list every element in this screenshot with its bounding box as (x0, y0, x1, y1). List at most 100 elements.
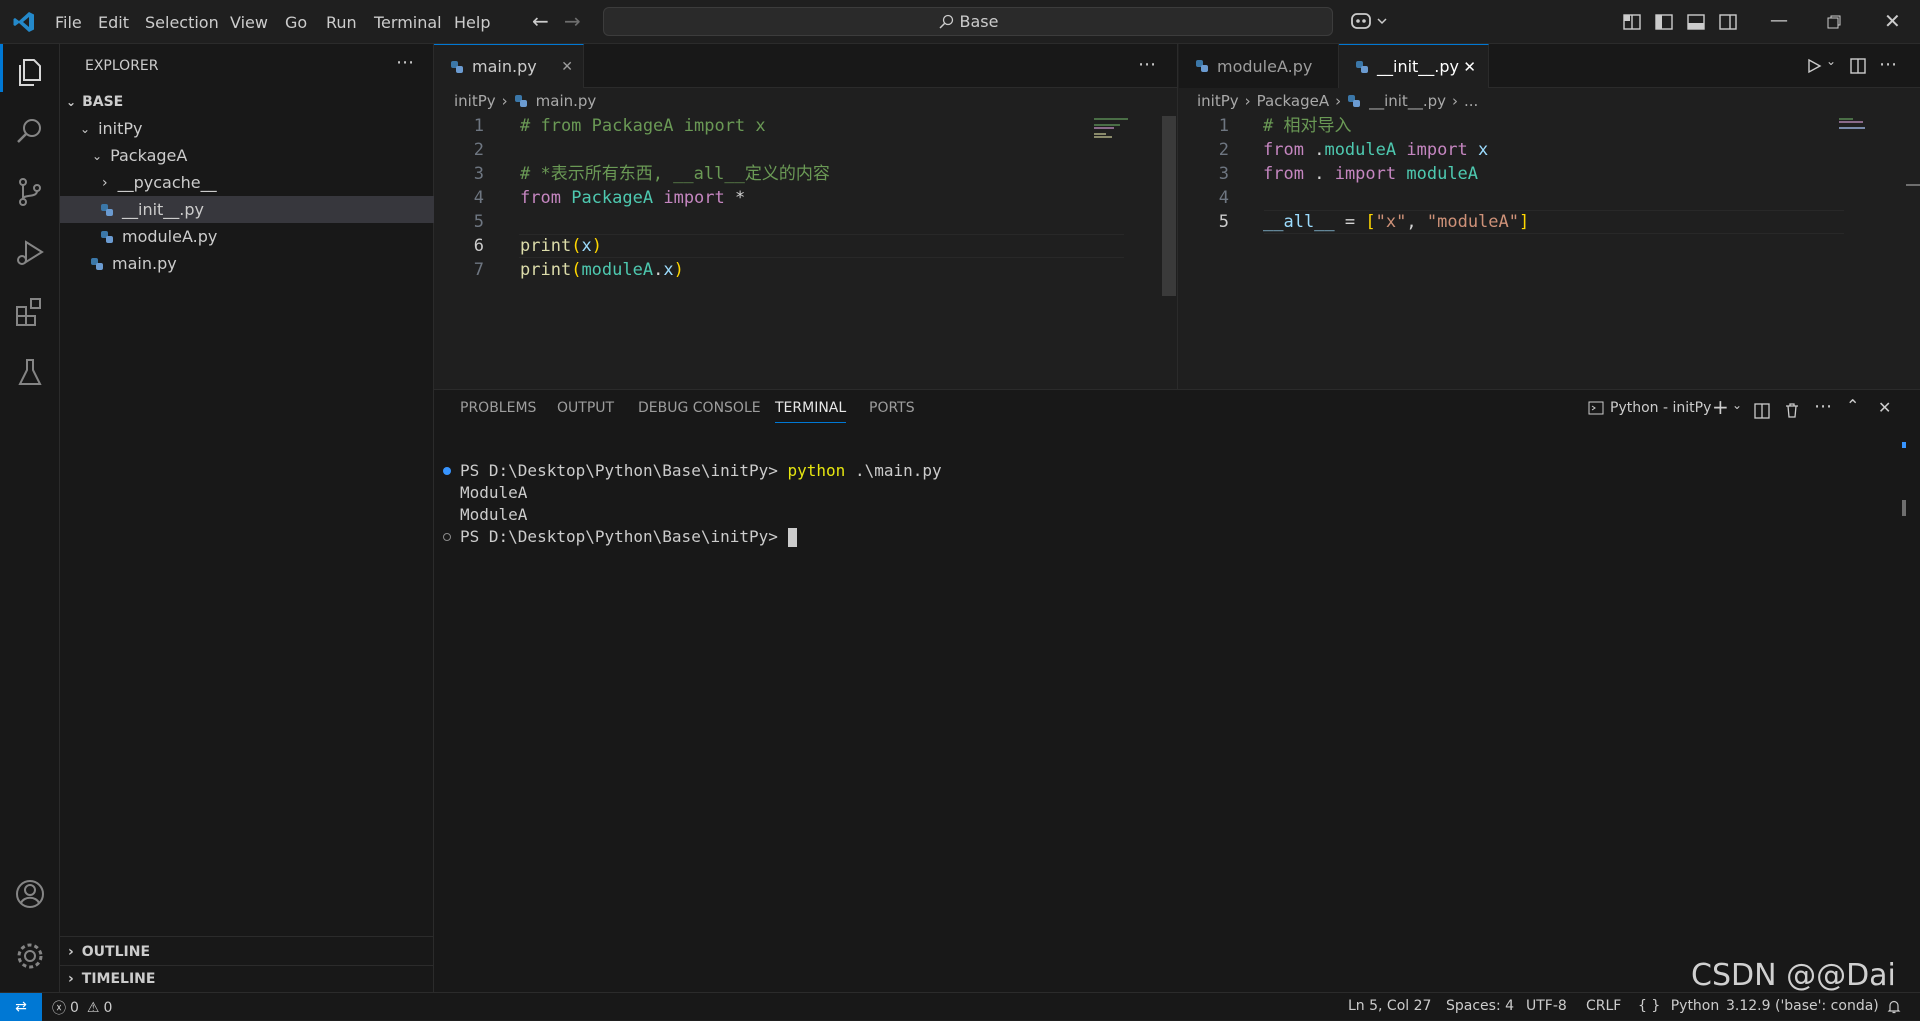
tab-ports[interactable]: PORTS (869, 400, 915, 416)
code-editor-main[interactable]: 1 2 3 4 5 6 7 # from PackageA import x #… (434, 114, 1134, 389)
end-of-line[interactable]: CRLF (1586, 998, 1621, 1014)
back-arrow-icon[interactable]: ← (532, 9, 549, 33)
menu-selection[interactable]: Selection (145, 13, 219, 32)
breadcrumb-item[interactable]: main.py (536, 92, 597, 110)
line-number: 4 (473, 188, 484, 208)
code-line: print(x) (520, 236, 602, 256)
toggle-secondary-sidebar-icon[interactable] (1718, 12, 1738, 32)
file-modulea-py[interactable]: moduleA.py (60, 223, 434, 250)
editor-more-actions-icon[interactable]: ⋯ (1879, 54, 1897, 75)
tree-item-label: __init__.py (122, 200, 205, 219)
notifications-bell-icon[interactable] (1886, 999, 1902, 1015)
toggle-panel-icon[interactable] (1686, 12, 1706, 32)
tab-init-py[interactable]: __init__.py ✕ (1339, 44, 1489, 88)
folder-root-base[interactable]: ⌄ BASE (60, 88, 434, 115)
tab-debug-console[interactable]: DEBUG CONSOLE (638, 400, 761, 416)
close-tab-icon[interactable]: ✕ (1463, 58, 1476, 76)
run-python-file-icon[interactable] (1806, 58, 1822, 74)
tab-output[interactable]: OUTPUT (557, 400, 614, 416)
explorer-files-icon[interactable] (12, 54, 48, 90)
python-interpreter[interactable]: 3.12.9 ('base': conda) (1726, 998, 1879, 1014)
close-panel-icon[interactable]: ✕ (1878, 398, 1891, 417)
python-file-icon (1348, 95, 1361, 107)
toggle-primary-sidebar-icon[interactable] (1654, 12, 1674, 32)
explorer-more-icon[interactable]: ⋯ (396, 52, 414, 73)
minimap[interactable] (1839, 116, 1879, 136)
folder-pycache[interactable]: › __pycache__ (60, 169, 434, 196)
forward-arrow-icon[interactable]: → (564, 9, 581, 33)
manage-gear-icon[interactable] (12, 938, 48, 974)
editor-more-actions-icon[interactable]: ⋯ (1138, 54, 1156, 75)
current-line-highlight (519, 234, 1124, 258)
menu-go[interactable]: Go (285, 13, 307, 32)
menu-edit[interactable]: Edit (98, 13, 129, 32)
search-view-icon[interactable] (12, 114, 48, 150)
accounts-icon[interactable] (12, 876, 48, 912)
source-control-icon[interactable] (12, 174, 48, 210)
outline-section[interactable]: › OUTLINE (60, 938, 434, 965)
trash-icon[interactable] (1784, 402, 1800, 418)
line-number: 1 (1218, 116, 1229, 136)
breadcrumb-item[interactable]: __init__.py (1369, 92, 1446, 110)
menu-help[interactable]: Help (454, 13, 490, 32)
python-file-icon (91, 257, 103, 270)
file-init-py[interactable]: __init__.py (60, 196, 434, 223)
run-and-debug-icon[interactable] (12, 234, 48, 270)
maximize-panel-chevron-up-icon[interactable]: ⌃ (1846, 396, 1859, 415)
chevron-down-icon[interactable]: ⌄ (1826, 54, 1836, 68)
activity-bar (0, 44, 60, 992)
command-success-dot-icon (443, 467, 451, 475)
menu-view[interactable]: View (230, 13, 268, 32)
line-number: 1 (473, 116, 484, 136)
terminal-cursor (787, 528, 797, 547)
menu-run[interactable]: Run (326, 13, 357, 32)
tab-modulea-py[interactable]: moduleA.py (1179, 44, 1339, 88)
timeline-section[interactable]: › TIMELINE (60, 965, 434, 992)
file-main-py[interactable]: main.py (60, 250, 434, 277)
terminal-scrollbar-marker (1902, 500, 1906, 516)
customize-layout-icon[interactable] (1622, 12, 1642, 32)
extensions-icon[interactable] (12, 294, 48, 330)
close-tab-icon[interactable]: ✕ (561, 59, 573, 75)
chevron-down-icon[interactable]: ⌄ (1732, 398, 1742, 412)
close-window-icon[interactable]: ✕ (1884, 9, 1901, 33)
terminal-output[interactable]: PS D:\Desktop\Python\Base\initPy> python… (434, 430, 1904, 970)
encoding[interactable]: UTF-8 (1526, 998, 1567, 1014)
folder-initpy[interactable]: ⌄ initPy (60, 115, 434, 142)
breadcrumb-item[interactable]: PackageA (1257, 92, 1329, 110)
split-terminal-icon[interactable] (1754, 403, 1770, 419)
python-file-icon (101, 203, 113, 216)
vertical-scrollbar[interactable] (1162, 116, 1176, 296)
code-editor-init[interactable]: 1 2 3 4 5 # 相对导入 from .moduleA import x … (1179, 114, 1879, 389)
indentation[interactable]: Spaces: 4 (1446, 998, 1514, 1014)
remote-indicator[interactable]: ⇄ (0, 993, 42, 1021)
new-terminal-plus-icon[interactable]: + (1712, 395, 1729, 419)
tab-main-py[interactable]: main.py ✕ (434, 44, 584, 88)
tab-terminal[interactable]: TERMINAL (775, 400, 847, 423)
minimize-icon[interactable]: — (1770, 10, 1788, 31)
tab-problems[interactable]: PROBLEMS (460, 400, 536, 416)
folder-packagea[interactable]: ⌄ PackageA (60, 142, 434, 169)
terminal-selector[interactable]: Python - initPy (1588, 400, 1711, 416)
breadcrumb: initPy › main.py (454, 88, 596, 114)
menu-terminal[interactable]: Terminal (374, 13, 442, 32)
breadcrumb-item[interactable]: initPy (454, 92, 496, 110)
menu-file[interactable]: File (55, 13, 82, 32)
minimap[interactable] (1094, 116, 1144, 156)
cursor-position[interactable]: Ln 5, Col 27 (1348, 998, 1431, 1014)
restore-icon[interactable] (1826, 14, 1842, 30)
language-mode[interactable]: { } Python (1638, 998, 1719, 1014)
command-center-search[interactable]: Base (603, 7, 1333, 36)
terminal-line: PS D:\Desktop\Python\Base\initPy> python… (460, 461, 942, 480)
breadcrumb-item[interactable]: ... (1464, 92, 1478, 110)
breadcrumb-item[interactable]: initPy (1197, 92, 1239, 110)
testing-flask-icon[interactable] (12, 354, 48, 390)
left-tab-bar: main.py ✕ ⋯ (434, 44, 1177, 88)
panel-more-actions-icon[interactable]: ⋯ (1814, 396, 1832, 417)
copilot-icon[interactable] (1350, 10, 1390, 34)
problems-indicator[interactable]: ⓧ 0 ⚠ 0 (52, 998, 112, 1018)
chevron-down-icon: ⌄ (92, 148, 103, 163)
terminal-name: Python - initPy (1610, 400, 1712, 416)
split-editor-icon[interactable] (1849, 57, 1867, 75)
line-number: 4 (1218, 188, 1229, 208)
